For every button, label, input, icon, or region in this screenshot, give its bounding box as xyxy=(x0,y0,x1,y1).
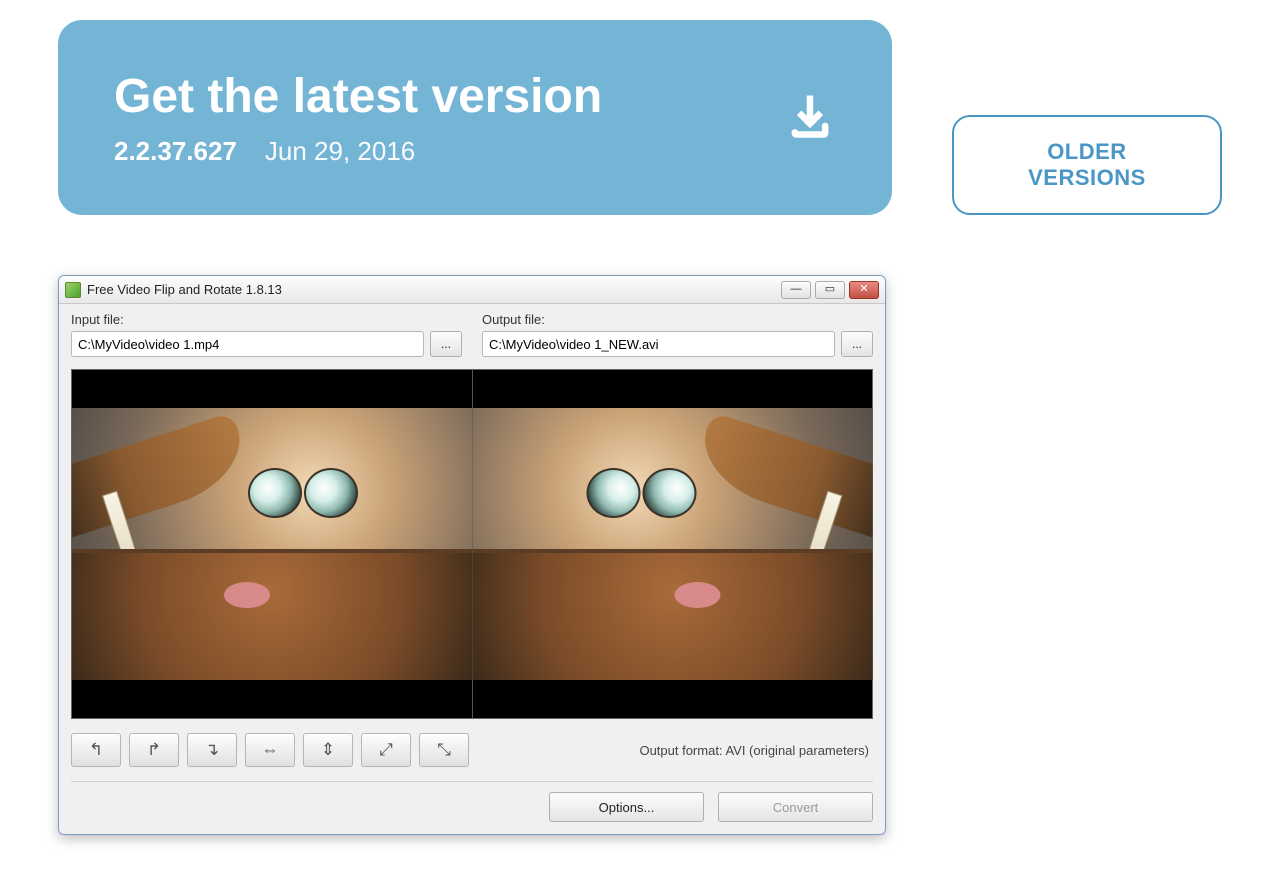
download-title: Get the latest version xyxy=(114,69,602,124)
app-title: Free Video Flip and Rotate 1.8.13 xyxy=(87,282,282,297)
separator xyxy=(71,781,873,782)
rotate-cw-90-icon[interactable]: ↰ xyxy=(71,733,121,767)
input-preview xyxy=(72,370,472,718)
input-file-field[interactable] xyxy=(71,331,424,357)
flip-diagonal-1-icon[interactable]: ⤢ xyxy=(361,733,411,767)
output-format-label: Output format: AVI (original parameters) xyxy=(639,743,873,758)
app-window: Free Video Flip and Rotate 1.8.13 — ▭ ✕ … xyxy=(58,275,886,835)
flip-diagonal-2-icon[interactable]: ⤡ xyxy=(419,733,469,767)
output-file-field[interactable] xyxy=(482,331,835,357)
input-browse-button[interactable]: ... xyxy=(430,331,462,357)
rotate-180-icon[interactable]: ↴ xyxy=(187,733,237,767)
output-file-label: Output file: xyxy=(482,312,873,327)
convert-button[interactable]: Convert xyxy=(718,792,873,822)
rotate-ccw-90-icon[interactable]: ↱ xyxy=(129,733,179,767)
download-latest-card[interactable]: Get the latest version 2.2.37.627 Jun 29… xyxy=(58,20,892,215)
video-preview xyxy=(71,369,873,719)
titlebar: Free Video Flip and Rotate 1.8.13 — ▭ ✕ xyxy=(59,276,885,304)
options-button[interactable]: Options... xyxy=(549,792,704,822)
download-date: Jun 29, 2016 xyxy=(265,136,415,167)
close-button[interactable]: ✕ xyxy=(849,281,879,299)
output-browse-button[interactable]: ... xyxy=(841,331,873,357)
flip-vertical-icon[interactable]: ⇕ xyxy=(303,733,353,767)
download-icon xyxy=(784,89,836,146)
older-versions-button[interactable]: OLDER VERSIONS xyxy=(952,115,1222,215)
download-version: 2.2.37.627 xyxy=(114,136,237,167)
maximize-button[interactable]: ▭ xyxy=(815,281,845,299)
flip-horizontal-icon[interactable]: ⇔ xyxy=(245,733,295,767)
output-preview xyxy=(472,370,873,718)
minimize-button[interactable]: — xyxy=(781,281,811,299)
input-file-label: Input file: xyxy=(71,312,462,327)
app-icon xyxy=(65,282,81,298)
